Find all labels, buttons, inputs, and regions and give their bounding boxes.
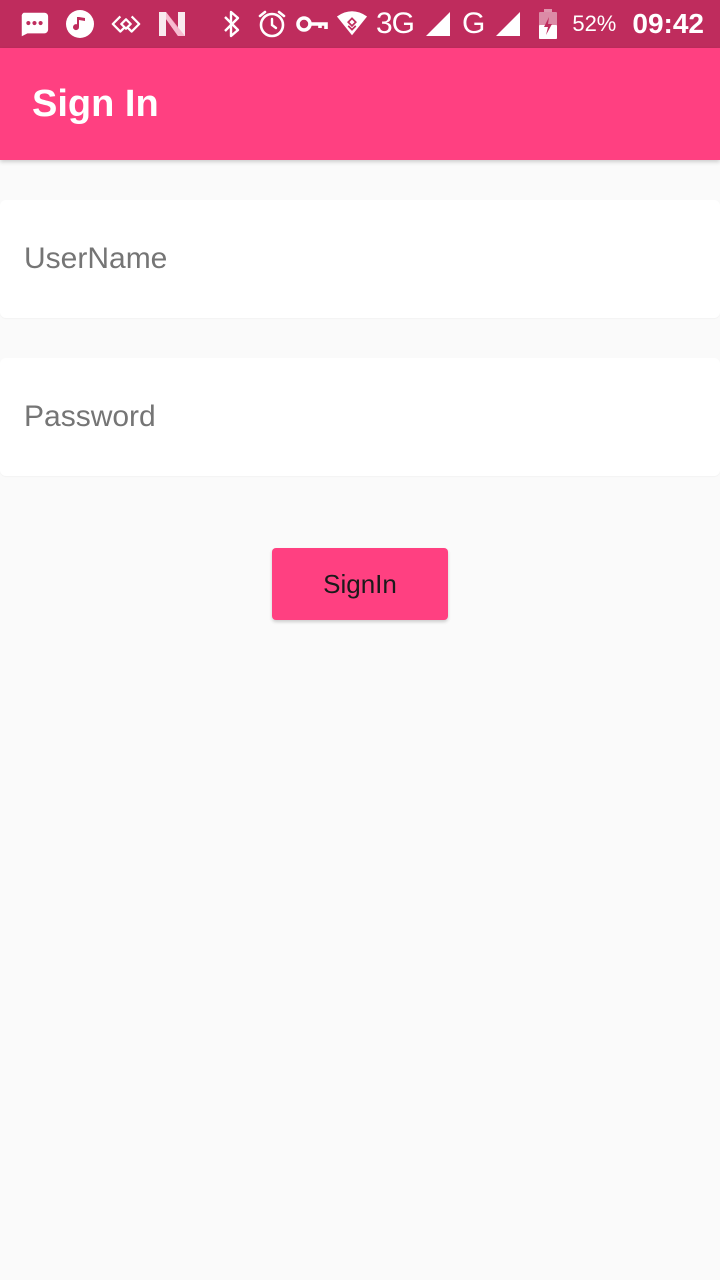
- username-input[interactable]: [24, 242, 696, 276]
- chat-bubble-icon: [18, 8, 50, 40]
- signal-icon-secondary: [492, 8, 524, 40]
- status-bar-time: 09:42: [632, 8, 704, 39]
- alarm-icon: [256, 8, 288, 40]
- status-bar-system: 3G G 52% 09:42: [216, 8, 704, 40]
- battery-percent: 52%: [572, 11, 617, 36]
- password-input[interactable]: [24, 400, 696, 434]
- bluetooth-icon: [216, 8, 248, 40]
- username-field-container: [0, 200, 720, 318]
- signal-icon: [422, 8, 454, 40]
- network-type-secondary: G: [461, 7, 485, 40]
- password-field-container: [0, 358, 720, 476]
- n-logo-icon: [156, 8, 188, 40]
- key-icon: [296, 8, 328, 40]
- link-icon: [110, 8, 142, 40]
- sign-in-button[interactable]: SignIn: [272, 548, 448, 620]
- status-bar-notifications: [18, 8, 188, 40]
- app-bar: Sign In: [0, 48, 720, 160]
- page-title: Sign In: [32, 82, 159, 125]
- battery-icon: [532, 8, 564, 40]
- network-type-primary: 3G: [375, 7, 415, 40]
- status-bar: 3G G 52% 09:42: [0, 0, 720, 48]
- wifi-icon: [336, 8, 368, 40]
- music-note-icon: [64, 8, 96, 40]
